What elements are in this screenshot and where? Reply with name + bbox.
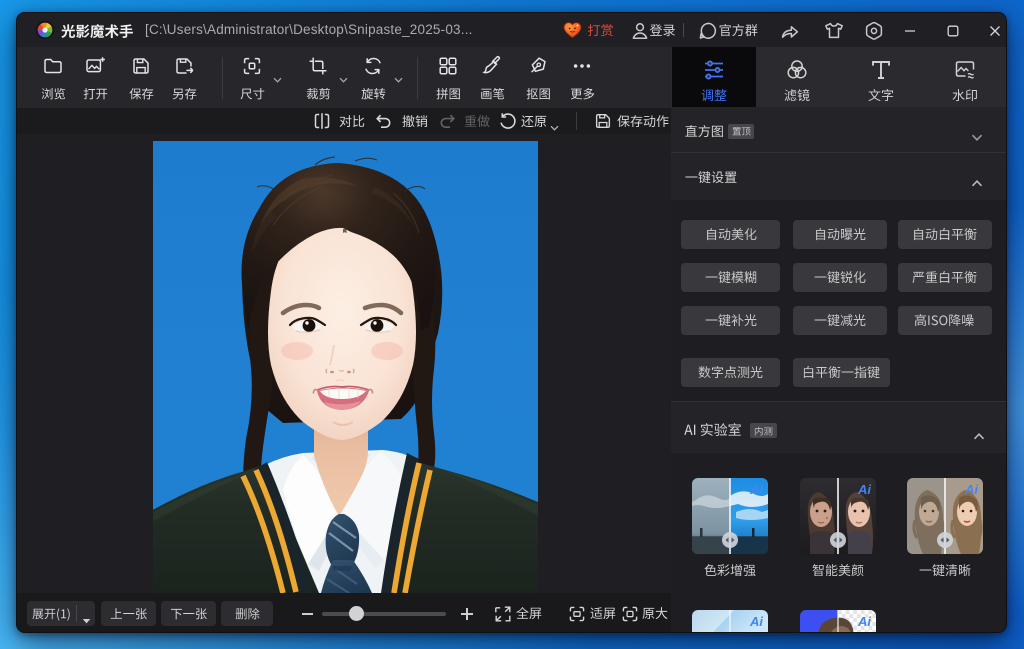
svg-text:Ai: Ai [857, 614, 871, 629]
svg-text:Ai: Ai [749, 482, 763, 497]
svg-text:Ai: Ai [749, 614, 763, 629]
svg-text:Ai: Ai [857, 482, 871, 497]
svg-text:Ai: Ai [964, 482, 978, 497]
